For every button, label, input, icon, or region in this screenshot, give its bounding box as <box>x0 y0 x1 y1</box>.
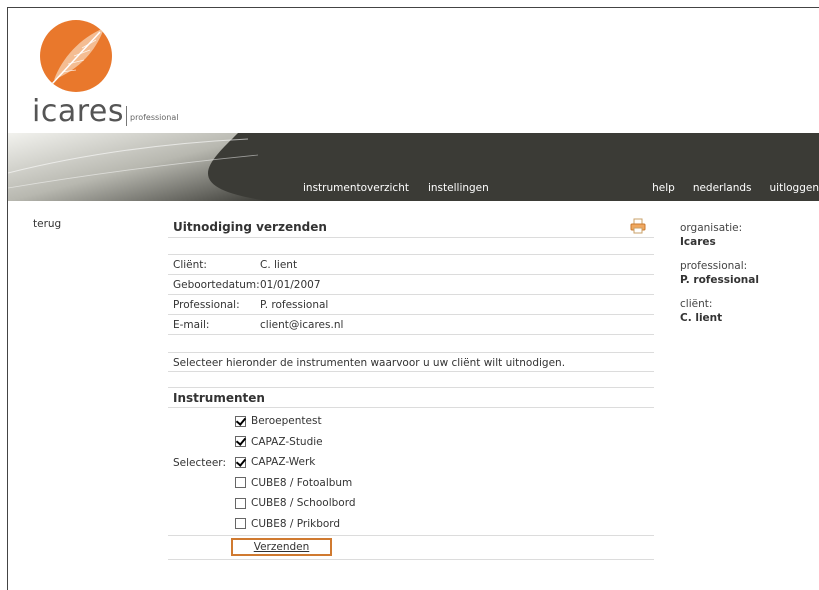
intro-text: Selecteer hieronder de instrumenten waar… <box>173 357 566 369</box>
checkbox-capaz-studie[interactable] <box>235 436 246 448</box>
logo-divider <box>126 106 127 126</box>
birthdate-value: 01/01/2007 <box>260 279 321 291</box>
instrument-item: CUBE8 / Schoolbord <box>235 493 356 514</box>
professional-side-value: P. rofessional <box>680 274 759 286</box>
invite-panel: Uitnodiging verzenden Cliënt: C. lient G… <box>168 213 654 560</box>
submit-row: Verzenden <box>168 536 654 560</box>
print-icon[interactable] <box>630 218 646 234</box>
info-row-birthdate: Geboortedatum: 01/01/2007 <box>168 275 654 295</box>
info-row-client: Cliënt: C. lient <box>168 255 654 275</box>
checkbox-capaz-werk[interactable] <box>235 456 246 468</box>
professional-label: Professional: <box>173 299 240 311</box>
client-value: C. lient <box>260 259 298 271</box>
professional-value: P. rofessional <box>260 299 329 311</box>
instrument-item: CAPAZ-Werk <box>235 452 356 473</box>
nav-language[interactable]: nederlands <box>693 182 752 194</box>
header-banner: instrumentoverzicht instellingen help ne… <box>8 133 819 201</box>
utility-nav: help nederlands uitloggen <box>634 182 819 194</box>
intro-row: Selecteer hieronder de instrumenten waar… <box>168 352 654 372</box>
email-label: E-mail: <box>173 319 210 331</box>
checkbox-cube8-prikbord[interactable] <box>235 518 246 530</box>
page-title: Uitnodiging verzenden <box>173 220 327 234</box>
frame-left-border <box>7 7 8 590</box>
client-side-value: C. lient <box>680 312 723 324</box>
checkbox-cube8-schoolbord[interactable] <box>235 497 246 509</box>
instrument-list: Beroepentest CAPAZ-Studie CAPAZ-Werk CUB… <box>235 411 356 534</box>
checkbox-beroepentest[interactable] <box>235 415 246 427</box>
spacer-row <box>168 238 654 255</box>
nav-logout[interactable]: uitloggen <box>770 182 819 194</box>
logo-wordmark: icares <box>32 94 124 129</box>
instrument-label: CAPAZ-Werk <box>251 456 316 469</box>
feather-icon <box>40 20 112 92</box>
client-label: Cliënt: <box>173 259 207 271</box>
nav-help[interactable]: help <box>652 182 675 194</box>
instrument-item: Beroepentest <box>235 411 356 432</box>
organisation-label: organisatie: <box>680 222 743 234</box>
instrument-label: Beroepentest <box>251 415 322 428</box>
checkbox-cube8-fotoalbum[interactable] <box>235 477 246 489</box>
instrument-label: CUBE8 / Fotoalbum <box>251 476 353 489</box>
instrument-item: CUBE8 / Prikbord <box>235 514 356 535</box>
organisation-value: Icares <box>680 236 716 248</box>
info-row-email: E-mail: client@icares.nl <box>168 315 654 335</box>
instruments-select-row: Selecteer: Beroepentest CAPAZ-Studie CAP… <box>168 408 654 536</box>
logo-subtitle: professional <box>130 113 179 122</box>
instrument-label: CUBE8 / Schoolbord <box>251 497 356 510</box>
nav-instrumentoverzicht[interactable]: instrumentoverzicht <box>303 182 409 194</box>
select-label: Selecteer: <box>173 457 226 469</box>
instrument-item: CUBE8 / Fotoalbum <box>235 473 356 494</box>
back-link[interactable]: terug <box>33 218 61 230</box>
instruments-heading: Instrumenten <box>173 391 265 405</box>
instrument-item: CAPAZ-Studie <box>235 432 356 453</box>
main-nav: instrumentoverzicht instellingen <box>303 182 508 194</box>
birthdate-label: Geboortedatum: <box>173 279 260 291</box>
instrument-label: CUBE8 / Prikbord <box>251 517 341 530</box>
client-side-label: cliënt: <box>680 298 713 310</box>
instruments-header: Instrumenten <box>168 387 654 408</box>
logo[interactable]: icares professional <box>32 20 192 130</box>
send-button[interactable]: Verzenden <box>231 538 332 556</box>
info-row-professional: Professional: P. rofessional <box>168 295 654 315</box>
professional-side-label: professional: <box>680 260 748 272</box>
panel-header: Uitnodiging verzenden <box>168 213 654 238</box>
email-value: client@icares.nl <box>260 319 344 331</box>
context-sidebar: organisatie: Icares professional: P. rof… <box>680 222 810 336</box>
instrument-label: CAPAZ-Studie <box>251 435 323 448</box>
nav-instellingen[interactable]: instellingen <box>428 182 489 194</box>
frame-top-border <box>7 7 819 8</box>
